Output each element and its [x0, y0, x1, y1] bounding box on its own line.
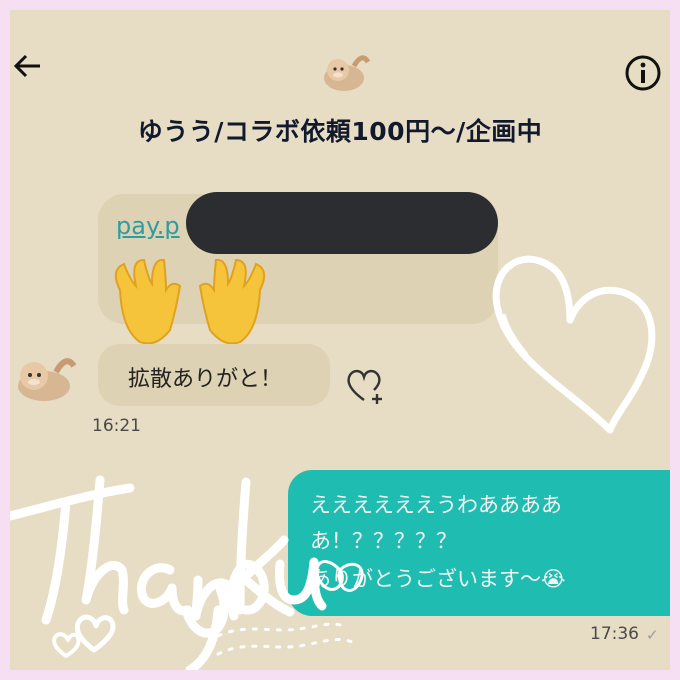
read-check-icon: ✓ — [646, 626, 659, 644]
thank-you-handwriting — [10, 475, 327, 670]
heart-doodle — [492, 255, 656, 434]
raised-hands-emoji — [114, 258, 266, 345]
message-link[interactable]: pay.p — [116, 212, 180, 240]
outgoing-timestamp: 17:36 — [590, 624, 639, 644]
chat-screen: ゆうう/コラボ依頼100円〜/企画中 pay.p 拡散ありがと！ 16:21 え… — [10, 10, 670, 670]
outgoing-message-line-3: ありがとうございます〜😭 — [310, 567, 566, 591]
chat-title: ゆうう/コラボ依頼100円〜/企画中 — [137, 117, 543, 146]
incoming-timestamp: 16:21 — [92, 416, 141, 436]
small-heart-doodle — [74, 614, 116, 653]
contact-avatar[interactable] — [318, 48, 370, 94]
outgoing-message-line-2: あ！？？？？？ — [310, 529, 457, 553]
sender-avatar[interactable] — [10, 348, 76, 404]
outgoing-message-line-1: ええええええうわああああ — [310, 493, 562, 517]
back-arrow-icon[interactable] — [12, 52, 42, 80]
info-icon[interactable] — [624, 54, 662, 92]
redaction-bar — [186, 192, 498, 254]
incoming-message-text: 拡散ありがと！ — [128, 367, 283, 392]
heart-plus-icon[interactable] — [344, 366, 390, 406]
